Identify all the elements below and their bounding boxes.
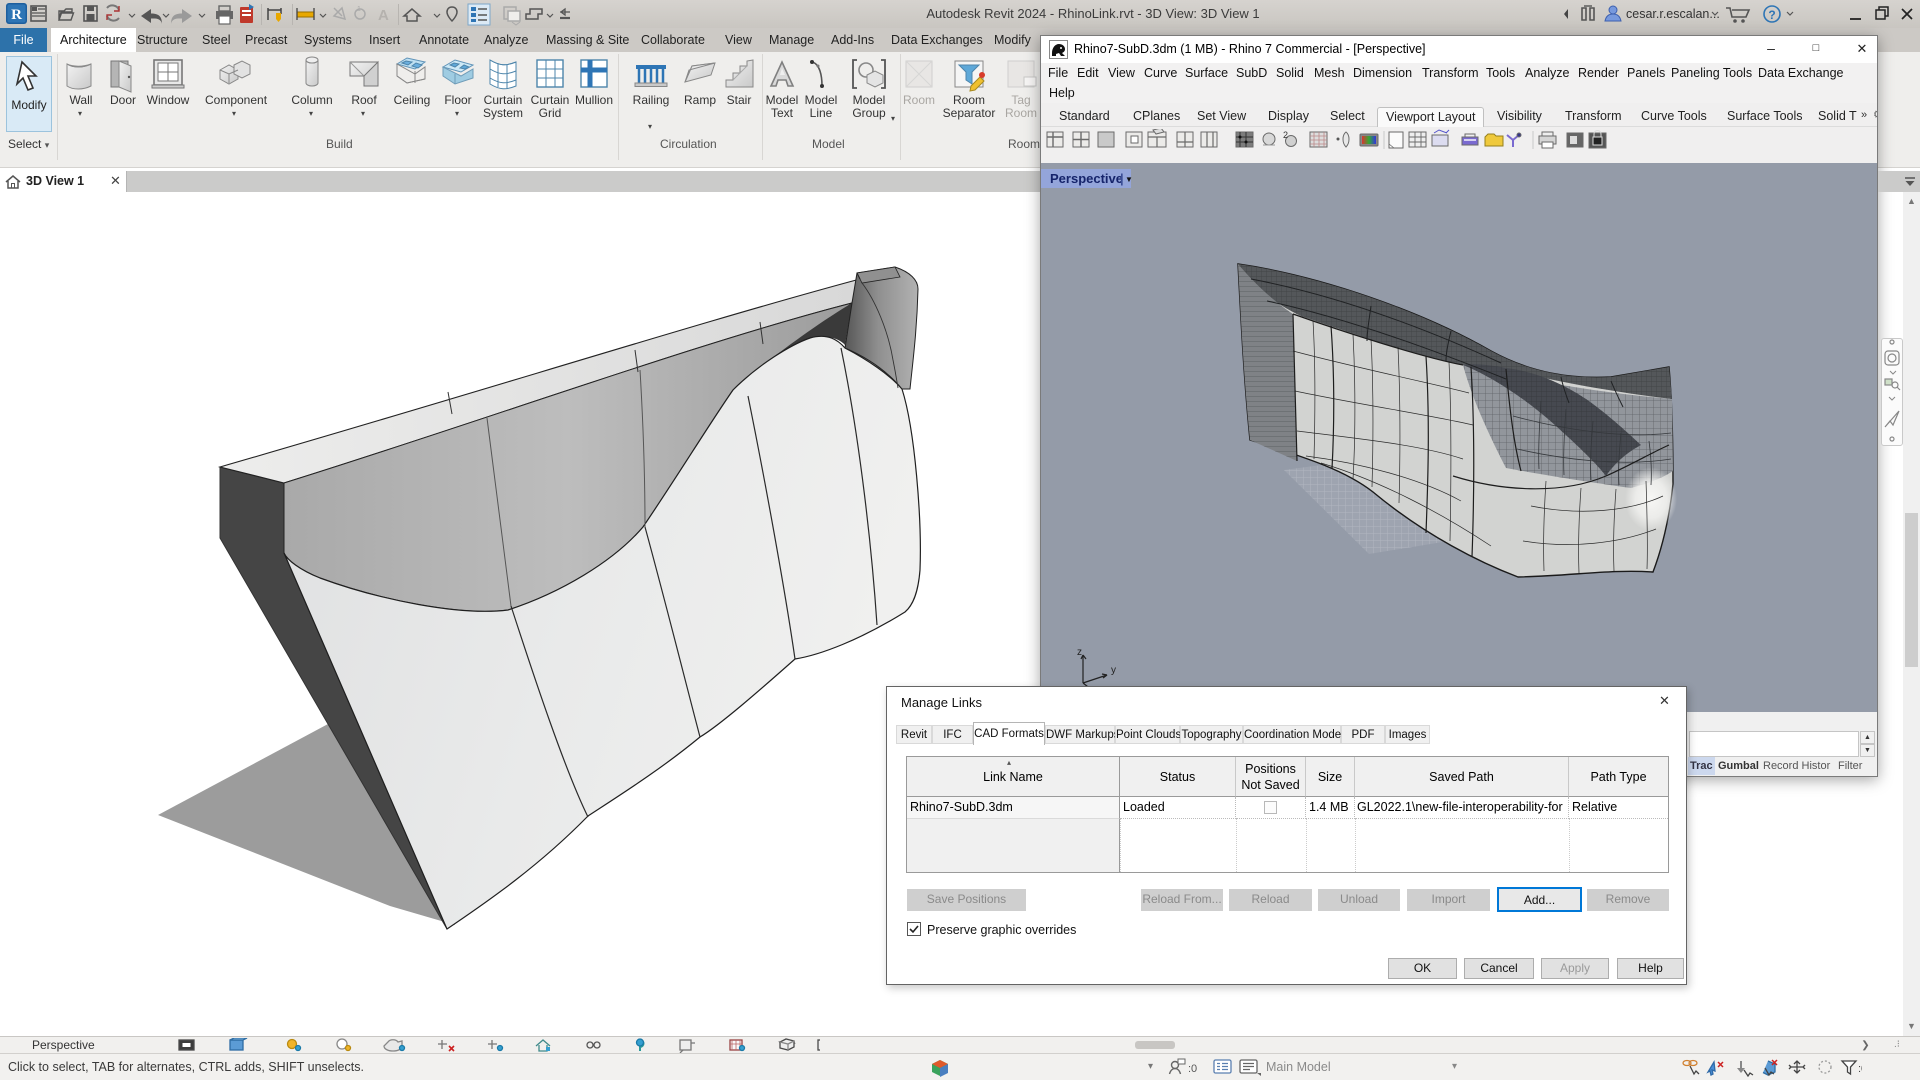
svg-text:y: y <box>1111 665 1116 676</box>
svg-text:1: 1 <box>357 6 361 13</box>
svg-text::0: :0 <box>1188 1063 1197 1075</box>
svg-text:cesar.r.escalan...: cesar.r.escalan... <box>1626 7 1720 21</box>
svg-text:z: z <box>1077 647 1082 658</box>
svg-text:2: 2 <box>1283 130 1288 140</box>
svg-text::0: :0 <box>1858 1063 1862 1075</box>
svg-text:R: R <box>11 7 22 23</box>
svg-text:?: ? <box>1768 8 1775 22</box>
svg-text:A: A <box>378 7 389 24</box>
